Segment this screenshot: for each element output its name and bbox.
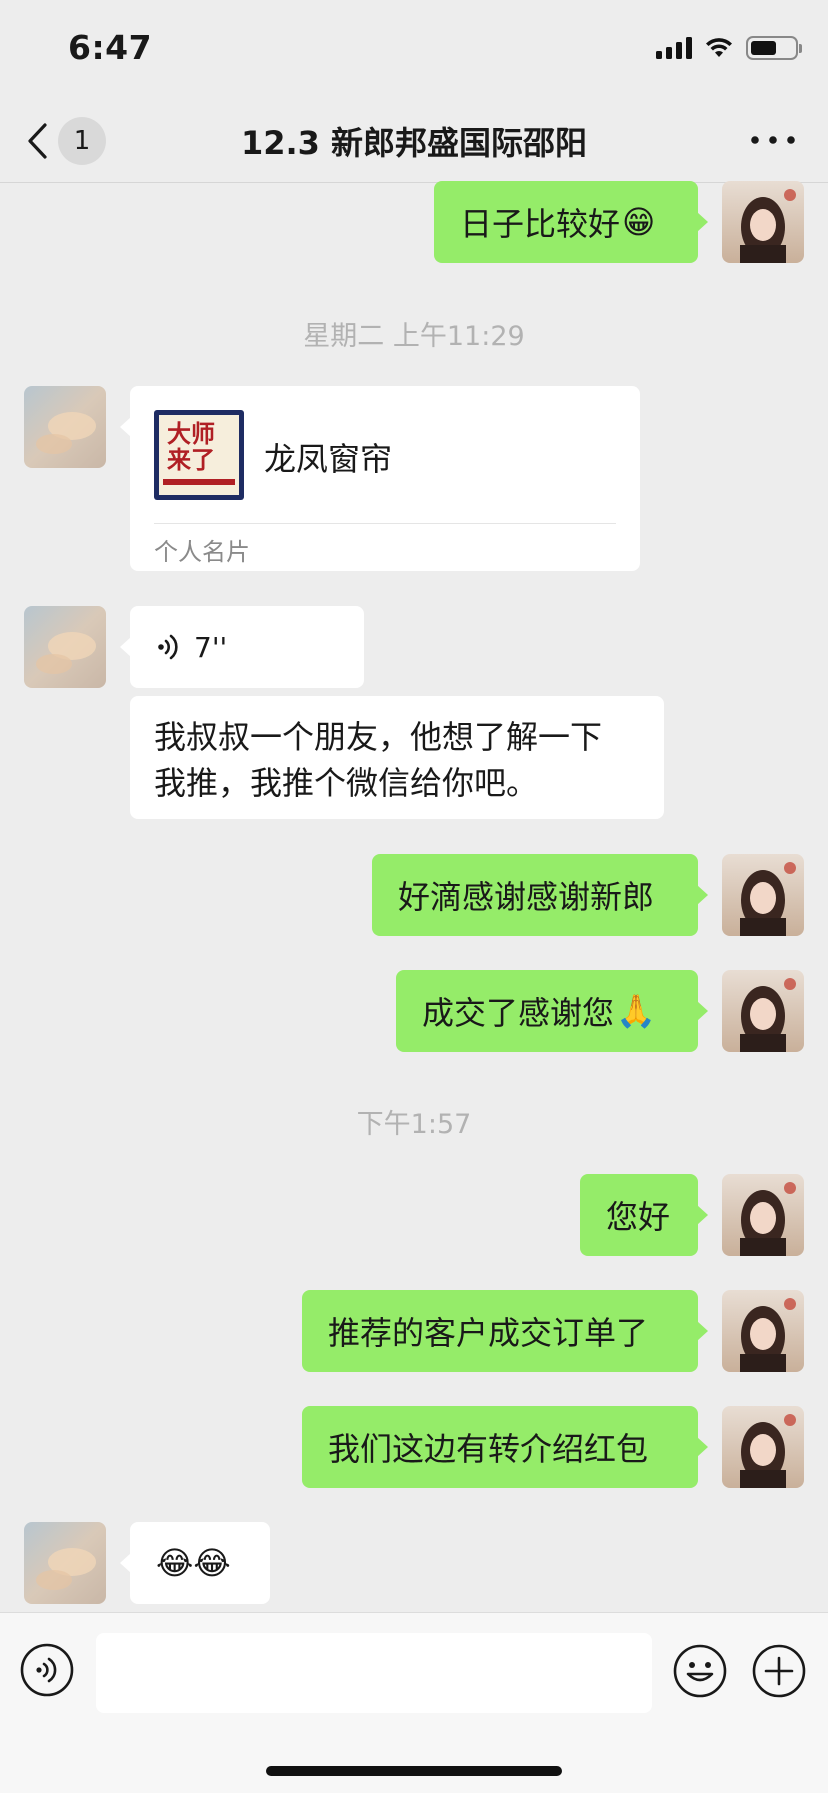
thumb-text: 来了 [167, 446, 215, 474]
contact-avatar[interactable] [24, 606, 106, 688]
thumb-stripe [163, 479, 235, 485]
chat-title: 12.3 新郎邦盛国际邵阳 [240, 124, 588, 162]
message-text: 成交了感谢您 [422, 994, 615, 1032]
home-indicator[interactable] [266, 1766, 562, 1776]
my-avatar[interactable] [722, 1406, 804, 1488]
contact-avatar[interactable] [24, 1522, 106, 1604]
message-text: 我们这边有转介绍红包 [328, 1430, 649, 1468]
plus-icon[interactable] [751, 1643, 807, 1699]
more-options-icon[interactable] [748, 130, 798, 150]
my-avatar[interactable] [722, 1174, 804, 1256]
message-text: 好滴感谢感谢新郎 [398, 878, 655, 916]
sent-message-bubble[interactable]: 成交了感谢您 🙏 [396, 970, 708, 1052]
card-thumbnail: 大师 来了 [154, 410, 244, 500]
status-icons [656, 36, 802, 60]
cellular-signal-icon [656, 37, 692, 59]
received-message-bubble[interactable]: 我叔叔一个朋友，他想了解一下 我推，我推个微信给你吧。 [130, 696, 664, 819]
status-bar: 6:47 [0, 0, 828, 100]
voice-message-bubble[interactable]: 7'' [120, 606, 364, 688]
received-message-bubble[interactable]: 😂😂 [120, 1522, 270, 1604]
message-text: 推荐的客户成交订单了 [328, 1314, 649, 1352]
divider [154, 523, 616, 524]
message-text: 您好 [606, 1198, 671, 1236]
voice-input-icon[interactable] [20, 1643, 74, 1697]
sent-message-bubble[interactable]: 我们这边有转介绍红包 [302, 1406, 708, 1488]
battery-level [751, 41, 776, 55]
card-contact-name: 龙凤窗帘 [264, 440, 393, 478]
tears-of-joy-emoji: 😂😂 [156, 1544, 231, 1582]
sent-message-bubble[interactable]: 好滴感谢感谢新郎 [372, 854, 708, 936]
chat-header: 1 12.3 新郎邦盛国际邵阳 [0, 100, 828, 183]
message-text: 我推，我推个微信给你吧。 [154, 764, 539, 802]
voice-duration: 7'' [194, 630, 228, 664]
status-time: 6:47 [68, 28, 153, 67]
sent-message-bubble[interactable]: 日子比较好 😁 [434, 181, 708, 263]
contact-card[interactable]: 大师 来了 龙凤窗帘 个人名片 [120, 386, 640, 571]
voice-wave-icon [158, 634, 178, 660]
sent-message-bubble[interactable]: 推荐的客户成交订单了 [302, 1290, 708, 1372]
contact-avatar[interactable] [24, 386, 106, 468]
grinning-emoji: 😁 [622, 203, 656, 241]
card-type-label: 个人名片 [154, 538, 250, 566]
timestamp: 下午1:57 [356, 1109, 472, 1140]
message-input[interactable] [96, 1633, 652, 1713]
message-text: 日子比较好 [460, 205, 621, 243]
wifi-icon [706, 38, 732, 57]
my-avatar[interactable] [722, 970, 804, 1052]
timestamp: 星期二 上午11:29 [303, 321, 525, 352]
message-text: 我叔叔一个朋友，他想了解一下 [154, 718, 603, 756]
my-avatar[interactable] [722, 1290, 804, 1372]
sent-message-bubble[interactable]: 您好 [580, 1174, 708, 1256]
battery-icon [746, 36, 802, 60]
my-avatar[interactable] [722, 181, 804, 263]
emoji-icon[interactable] [672, 1643, 728, 1699]
thumb-text: 大师 [167, 420, 215, 448]
my-avatar[interactable] [722, 854, 804, 936]
folded-hands-emoji: 🙏 [616, 992, 656, 1030]
